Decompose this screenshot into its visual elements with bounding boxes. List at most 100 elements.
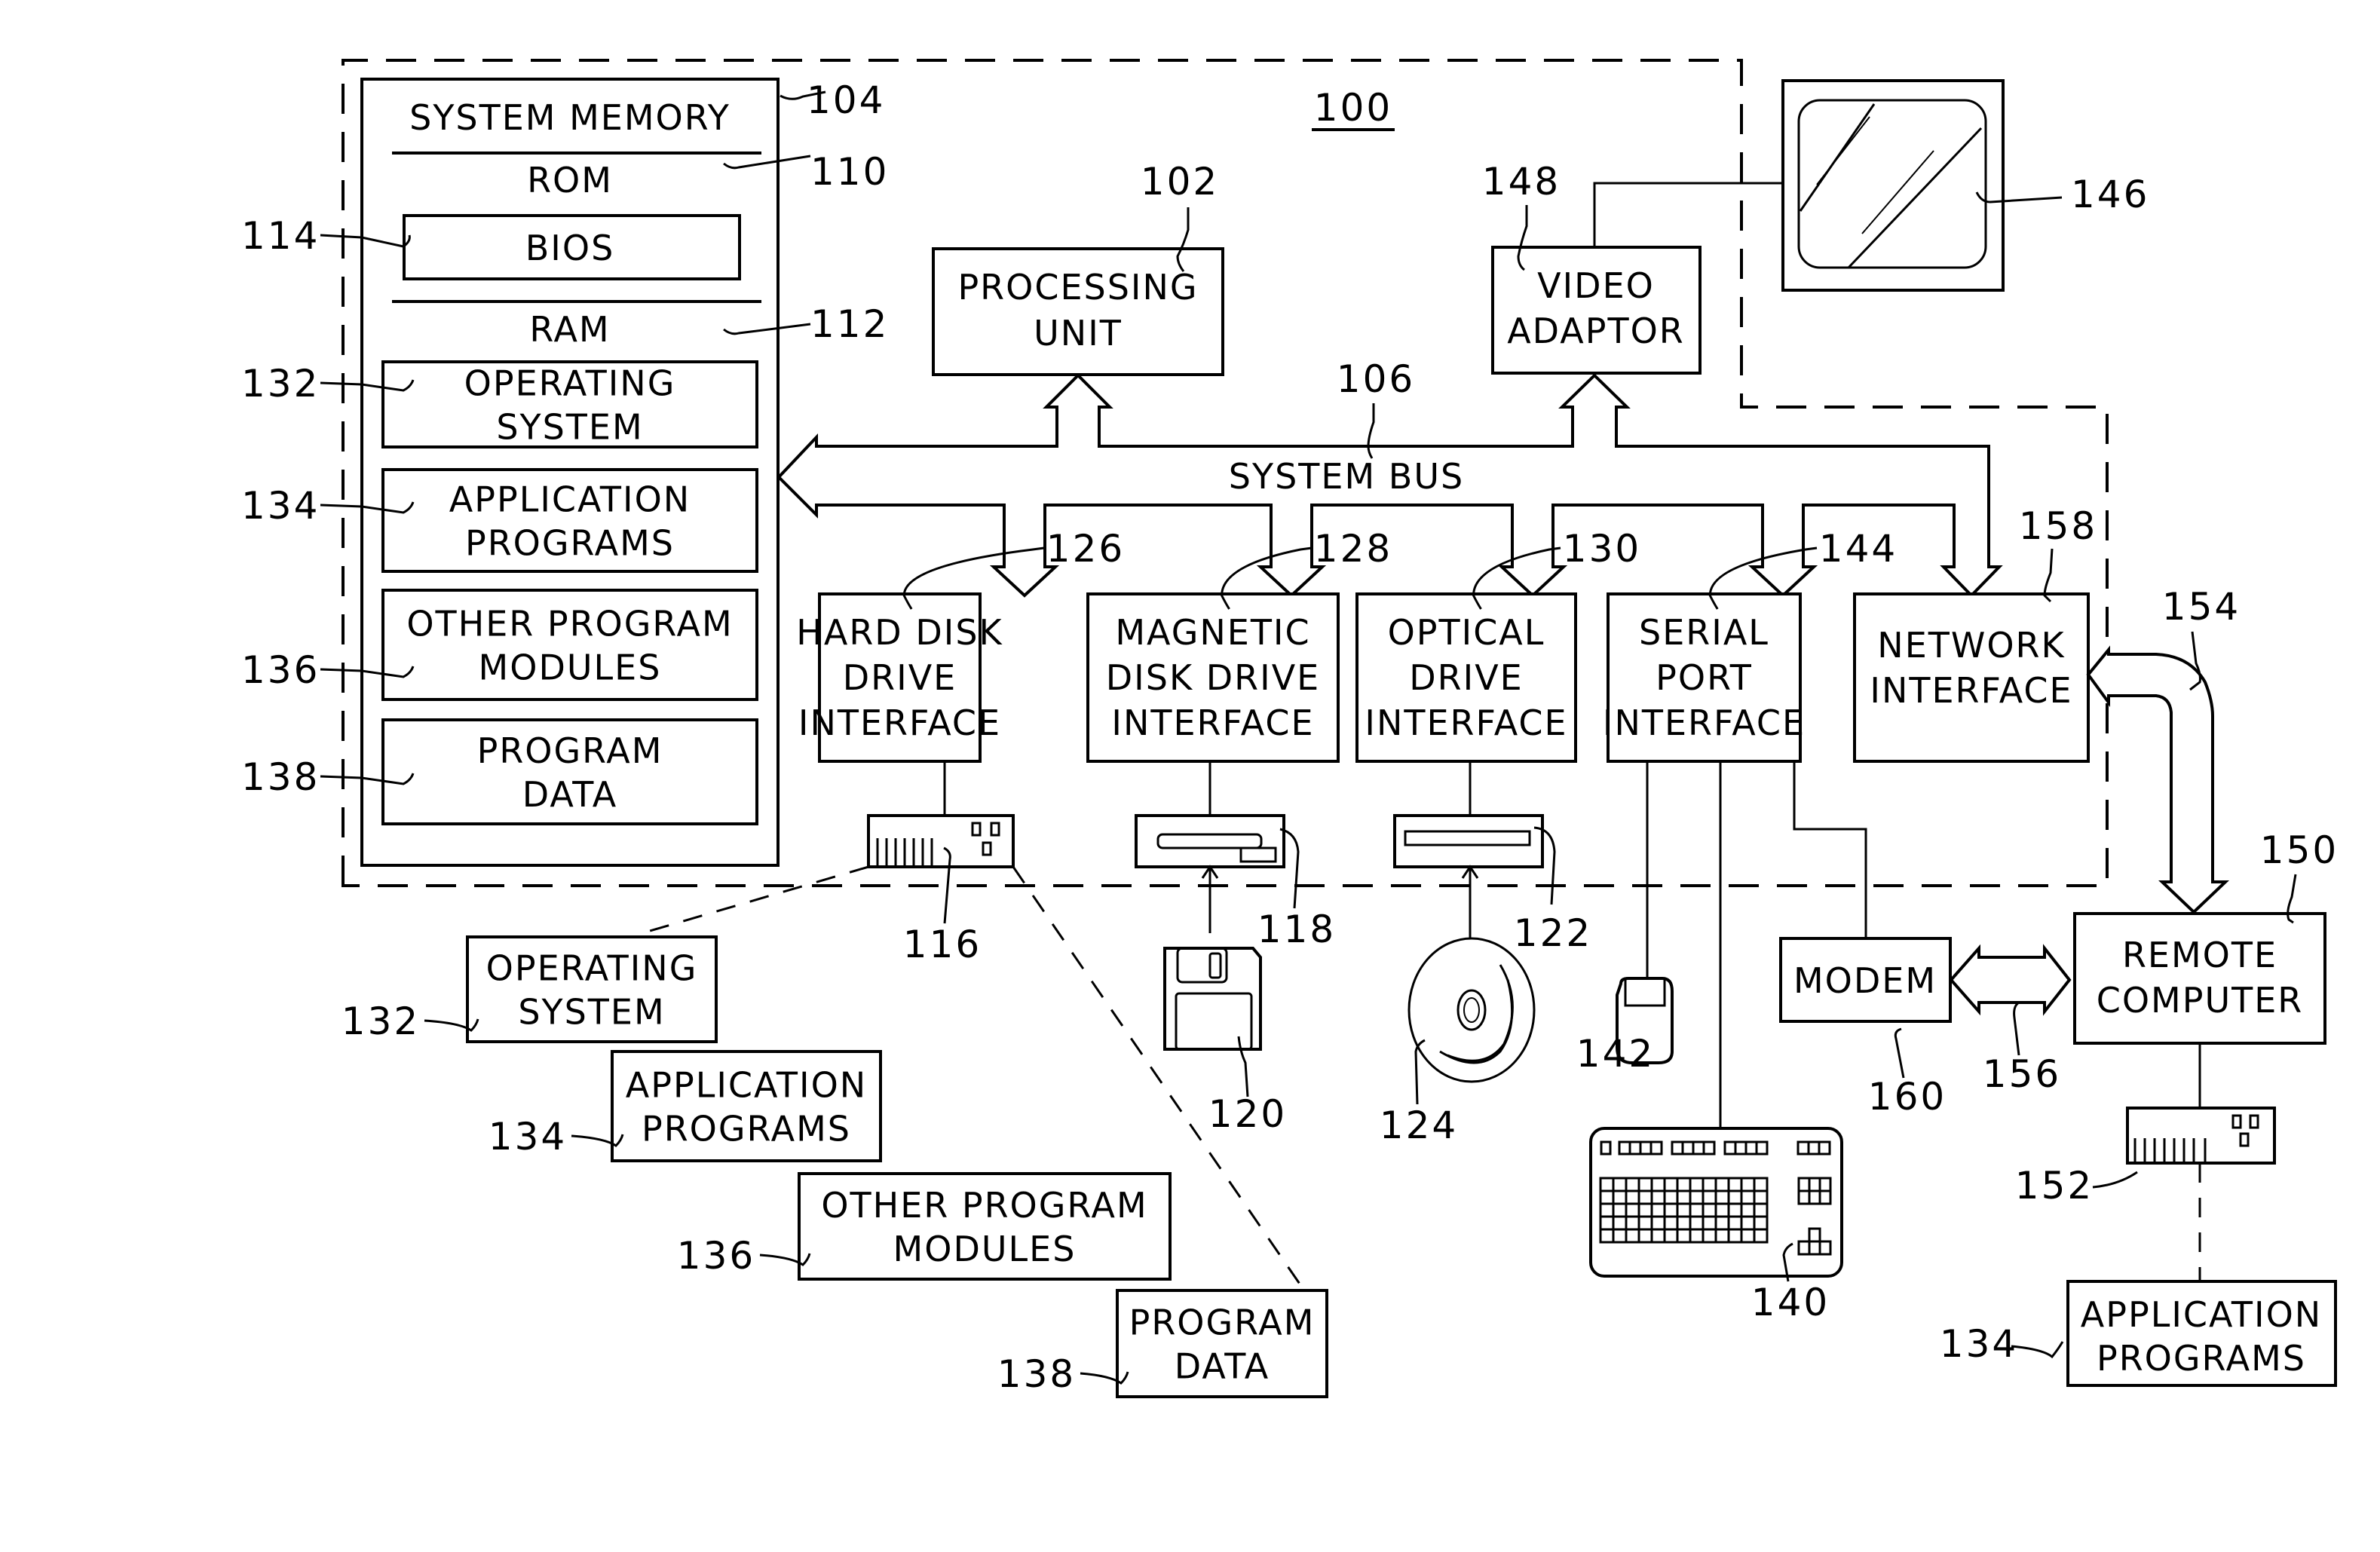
ref-152: 152 bbox=[2015, 1164, 2094, 1208]
ref-116: 116 bbox=[903, 923, 982, 966]
ref-120: 120 bbox=[1208, 1092, 1287, 1136]
modem-label: MODEM bbox=[1793, 960, 1937, 1001]
ref-140: 140 bbox=[1751, 1281, 1830, 1324]
ref-156: 156 bbox=[1983, 1052, 2061, 1096]
interface-line: NETWORK bbox=[1877, 625, 2065, 666]
ref-102: 102 bbox=[1141, 160, 1219, 204]
interface-line: INTERFACE bbox=[1603, 703, 1806, 743]
interface-line: DRIVE bbox=[843, 657, 957, 698]
interface-line: OPTICAL bbox=[1388, 612, 1545, 653]
memory-module-line: MODULES bbox=[479, 647, 662, 688]
memory-module: APPLICATIONPROGRAMS bbox=[381, 468, 758, 573]
memory-module-line: SYSTEM bbox=[496, 407, 643, 448]
ref-122: 122 bbox=[1514, 911, 1592, 955]
optical-drive-icon bbox=[1393, 814, 1544, 868]
stored-module-line: OPERATING bbox=[486, 948, 698, 989]
stored-module-line: APPLICATION bbox=[626, 1065, 867, 1106]
monitor-cable bbox=[1593, 182, 1783, 247]
ref-118: 118 bbox=[1257, 908, 1336, 951]
interface-box: MAGNETICDISK DRIVE INTERFACE bbox=[1086, 592, 1340, 763]
ref-104: 104 bbox=[807, 78, 885, 122]
optical-disc-icon bbox=[1407, 937, 1536, 1083]
interface-ref: 158 bbox=[2019, 504, 2097, 548]
ram-label: RAM bbox=[529, 309, 610, 350]
system-memory: SYSTEM MEMORY ROM BIOS RAM OPERATINGSYST… bbox=[241, 78, 780, 867]
interface-box: OPTICALDRIVE INTERFACE bbox=[1355, 592, 1577, 763]
stored-module-line: OTHER PROGRAM bbox=[821, 1185, 1147, 1226]
video-adaptor-line-1: VIDEO bbox=[1537, 265, 1655, 306]
interface-ref: 126 bbox=[1046, 527, 1125, 571]
memory-module-ref: 132 bbox=[241, 362, 320, 406]
memory-module: OTHER PROGRAMMODULES bbox=[381, 589, 758, 701]
memory-module-ref: 138 bbox=[241, 755, 320, 799]
stored-module: OTHER PROGRAMMODULES bbox=[798, 1172, 1172, 1281]
stored-module-line: DATA bbox=[1175, 1346, 1270, 1387]
interface-line: DISK DRIVE bbox=[1106, 657, 1320, 698]
interface-ref: 144 bbox=[1819, 527, 1898, 571]
memory-module-line: PROGRAM bbox=[477, 730, 663, 771]
remote-computer-line-2: COMPUTER bbox=[2097, 980, 2304, 1021]
ref-106: 106 bbox=[1337, 357, 1415, 401]
ref-142: 142 bbox=[1576, 1032, 1655, 1076]
remote-storage-icon bbox=[2126, 1107, 2276, 1165]
interface-line: INTERFACE bbox=[1365, 703, 1567, 743]
interface-line: HARD DISK bbox=[796, 612, 1003, 653]
stored-module: APPLICATIONPROGRAMS bbox=[611, 1050, 882, 1162]
lan-link-arrow[interactable] bbox=[2086, 645, 2229, 914]
memory-module-ref: 134 bbox=[241, 484, 320, 528]
hard-disk-icon bbox=[867, 814, 1015, 868]
stored-module-ref: 138 bbox=[997, 1352, 1076, 1396]
ref-134-remote: 134 bbox=[1940, 1322, 2018, 1366]
memory-module: PROGRAMDATA bbox=[381, 718, 758, 825]
stored-module-line: MODULES bbox=[893, 1229, 1077, 1269]
interface-line: SERIAL bbox=[1639, 612, 1769, 653]
interface-line: INTERFACE bbox=[1870, 670, 2072, 711]
system-ref: 100 bbox=[1314, 86, 1392, 130]
remote-app-line-1: APPLICATION bbox=[2081, 1294, 2322, 1335]
memory-module-line: DATA bbox=[522, 774, 618, 815]
interface-line: INTERFACE bbox=[798, 703, 1001, 743]
processing-unit-line-2: UNIT bbox=[1034, 313, 1123, 354]
memory-module-ref: 136 bbox=[241, 648, 320, 692]
computer-system-diagram: 100 SYSTEM MEMORY ROM BIOS RAM OPERATING… bbox=[241, 59, 2339, 1398]
stored-module: PROGRAMDATA bbox=[1116, 1289, 1328, 1398]
stored-module-line: PROGRAM bbox=[1129, 1303, 1316, 1343]
modem-cable bbox=[1793, 761, 1867, 938]
bios-label: BIOS bbox=[525, 228, 615, 268]
interface-box: HARD DISKDRIVE INTERFACE bbox=[796, 592, 1003, 763]
ref-150: 150 bbox=[2260, 828, 2339, 872]
memory-module-line: PROGRAMS bbox=[465, 523, 675, 564]
rom-label: ROM bbox=[527, 160, 613, 201]
interface-box: SERIALPORT INTERFACE bbox=[1603, 592, 1806, 763]
stored-module: OPERATINGSYSTEM bbox=[466, 935, 718, 1043]
ref-114: 114 bbox=[241, 214, 320, 258]
ref-146: 146 bbox=[2071, 173, 2149, 216]
interface-line: PORT bbox=[1656, 657, 1753, 698]
ref-148: 148 bbox=[1482, 160, 1561, 204]
floppy-insert-arrow bbox=[1201, 865, 1219, 933]
memory-module-line: OTHER PROGRAM bbox=[406, 604, 733, 644]
system-memory-title: SYSTEM MEMORY bbox=[409, 97, 731, 138]
interface-ref: 128 bbox=[1314, 527, 1392, 571]
memory-module: OPERATINGSYSTEM bbox=[381, 360, 758, 448]
remote-computer-line-1: REMOTE bbox=[2122, 935, 2277, 975]
video-adaptor-line-2: ADAPTOR bbox=[1507, 311, 1685, 351]
wan-link-arrow[interactable] bbox=[1949, 944, 2072, 1016]
interface-line: MAGNETIC bbox=[1115, 612, 1310, 653]
remote-app-line-2: PROGRAMS bbox=[2097, 1338, 2306, 1379]
remote-computer-box bbox=[2073, 912, 2326, 1045]
monitor-icon bbox=[1781, 79, 2005, 292]
processing-unit-line-1: PROCESSING bbox=[957, 267, 1198, 308]
stored-module-ref: 132 bbox=[342, 999, 420, 1043]
stored-module-ref: 134 bbox=[489, 1115, 567, 1159]
optical-insert-arrow bbox=[1461, 865, 1479, 938]
memory-module-line: APPLICATION bbox=[449, 479, 691, 520]
ref-154: 154 bbox=[2162, 585, 2241, 629]
stored-module-ref: 136 bbox=[677, 1234, 755, 1278]
keyboard-icon bbox=[1589, 1127, 1843, 1278]
interface-line: INTERFACE bbox=[1111, 703, 1314, 743]
stored-module-line: SYSTEM bbox=[518, 992, 665, 1033]
ref-112: 112 bbox=[810, 302, 889, 346]
system-bus-label: SYSTEM BUS bbox=[1229, 456, 1464, 497]
floppy-disk-icon bbox=[1163, 947, 1262, 1051]
